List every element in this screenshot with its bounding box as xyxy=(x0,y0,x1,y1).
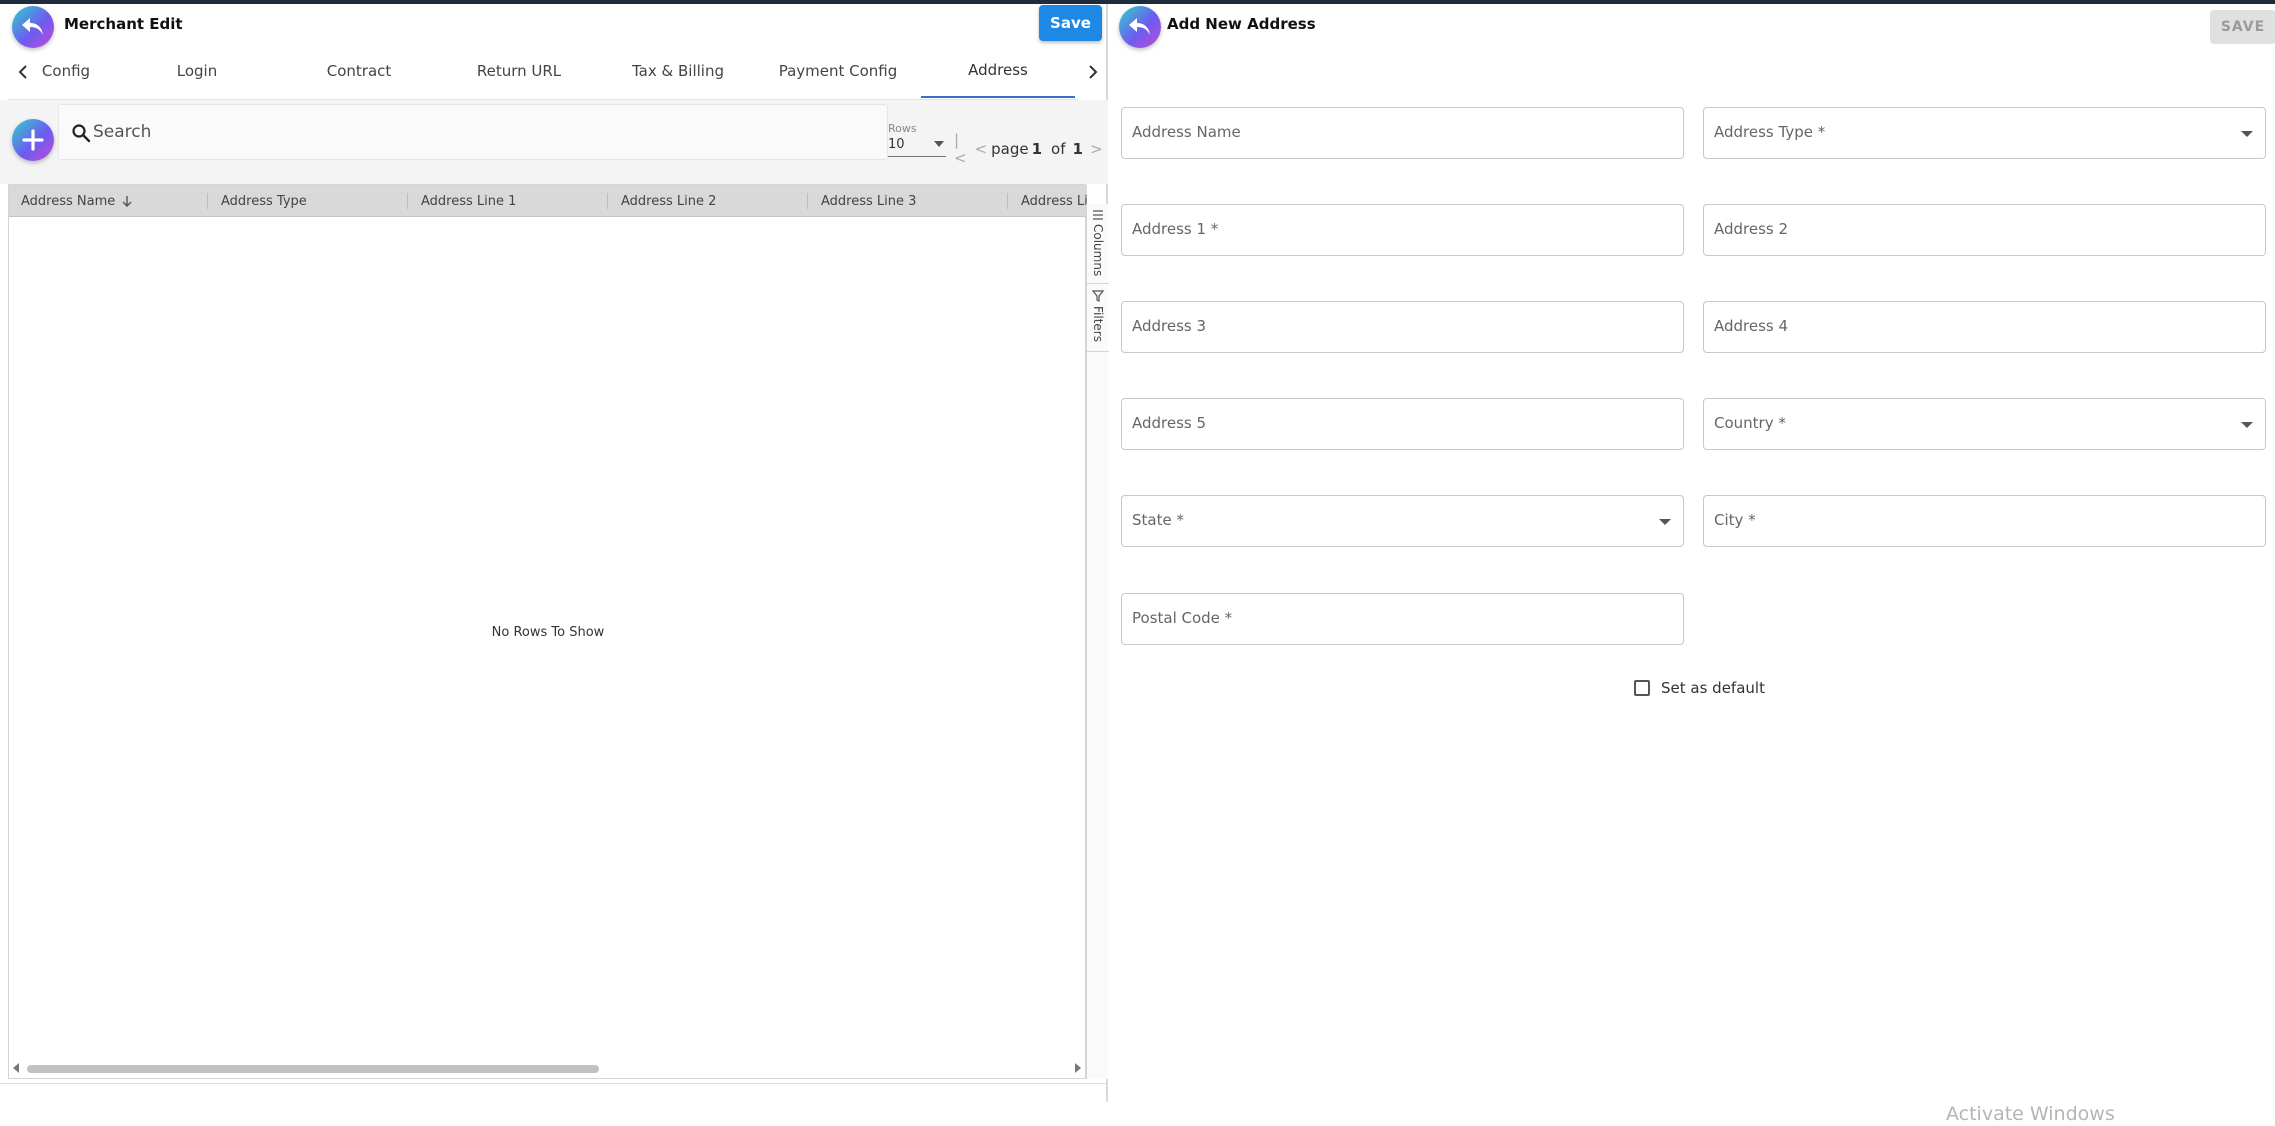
add-address-panel: Add New Address SAVE xyxy=(1110,4,2275,1126)
back-arrow-icon xyxy=(22,18,43,35)
save-address-button[interactable]: SAVE xyxy=(2210,10,2275,44)
caret-down-icon xyxy=(2241,422,2253,428)
set-as-default-checkbox[interactable]: Set as default xyxy=(1634,679,1765,697)
current-page: 1 xyxy=(1031,140,1043,158)
add-address-button[interactable] xyxy=(12,119,54,161)
horizontal-scrollbar[interactable] xyxy=(9,1060,1087,1078)
back-button[interactable] xyxy=(12,6,54,48)
of-label: of xyxy=(1051,140,1066,158)
search-input[interactable] xyxy=(93,115,853,149)
page-label: page xyxy=(991,140,1029,158)
page-title: Merchant Edit xyxy=(64,15,183,33)
previous-page-icon[interactable]: < xyxy=(975,140,988,158)
scrollbar-thumb[interactable] xyxy=(27,1065,599,1073)
tab-scroll-left-button[interactable] xyxy=(6,44,42,100)
column-separator xyxy=(807,193,808,209)
column-header-address-name[interactable]: Address Name xyxy=(21,185,133,216)
save-button[interactable]: Save xyxy=(1039,5,1102,41)
address-2-field[interactable]: Address 2 xyxy=(1703,204,2266,256)
filters-panel-tab[interactable]: Filters xyxy=(1087,284,1109,352)
search-box xyxy=(58,104,888,160)
column-separator xyxy=(407,193,408,209)
column-separator xyxy=(607,193,608,209)
address-type-select[interactable]: Address Type * xyxy=(1703,107,2266,159)
caret-down-icon xyxy=(1659,519,1671,525)
tab-bar: Config Login Contract Return URL Tax & B… xyxy=(0,44,1108,100)
caret-down-icon xyxy=(934,141,944,147)
grid-header: Address Name Address Type Address Line 1… xyxy=(9,185,1087,217)
address-grid: Address Name Address Type Address Line 1… xyxy=(8,184,1087,1079)
postal-code-field[interactable]: Postal Code * xyxy=(1121,593,1684,645)
pagination: |< < page 1 of 1 > >| xyxy=(950,131,1132,167)
checkbox-square[interactable] xyxy=(1634,680,1650,696)
scroll-right-icon[interactable] xyxy=(1075,1063,1081,1073)
activate-windows-watermark: Activate Windows xyxy=(1946,1103,2115,1125)
back-button[interactable] xyxy=(1119,6,1161,48)
next-page-icon[interactable]: > xyxy=(1090,140,1103,158)
address-1-field[interactable]: Address 1 * xyxy=(1121,204,1684,256)
column-header-address-line-4[interactable]: Address Line 4 xyxy=(1021,185,1087,216)
chevron-left-icon xyxy=(18,65,27,79)
address-name-field[interactable]: Address Name xyxy=(1121,107,1684,159)
tab-address[interactable]: Address xyxy=(921,44,1075,98)
panel-bottom-border xyxy=(0,1083,1108,1084)
first-page-icon[interactable]: |< xyxy=(954,131,967,167)
grid-toolbar: Rows 10 |< < page 1 of 1 > >| xyxy=(0,100,1128,184)
no-rows-message: No Rows To Show xyxy=(491,625,605,640)
rows-label: Rows xyxy=(888,122,917,135)
scroll-left-icon[interactable] xyxy=(13,1063,19,1073)
tab-payment-config[interactable]: Payment Config xyxy=(776,44,900,98)
plus-icon xyxy=(22,129,44,151)
tab-scroll-right-button[interactable] xyxy=(1074,44,1110,100)
form-title: Add New Address xyxy=(1167,15,1316,33)
tab-login[interactable]: Login xyxy=(152,44,242,98)
search-icon xyxy=(72,124,91,143)
rows-per-page-value: 10 xyxy=(888,137,905,152)
back-arrow-icon xyxy=(1129,18,1150,35)
sort-down-icon xyxy=(122,196,132,207)
column-separator xyxy=(207,193,208,209)
caret-down-icon xyxy=(2241,131,2253,137)
columns-icon xyxy=(1093,210,1103,220)
total-pages: 1 xyxy=(1072,140,1083,158)
tab-tax-billing[interactable]: Tax & Billing xyxy=(628,44,728,98)
tab-contract[interactable]: Contract xyxy=(312,44,406,98)
merchant-edit-panel: Merchant Edit Save Config Login Contract… xyxy=(0,4,1128,1102)
column-header-address-line-1[interactable]: Address Line 1 xyxy=(421,185,516,216)
state-select[interactable]: State * xyxy=(1121,495,1684,547)
tab-return-url[interactable]: Return URL xyxy=(470,44,568,98)
grid-side-bar: Columns Filters xyxy=(1086,204,1109,1079)
column-separator xyxy=(1007,193,1008,209)
city-field[interactable]: City * xyxy=(1703,495,2266,547)
tab-config[interactable]: Config xyxy=(38,44,94,98)
columns-panel-tab[interactable]: Columns xyxy=(1087,204,1109,284)
set-as-default-label: Set as default xyxy=(1661,679,1765,697)
filter-icon xyxy=(1092,290,1104,302)
address-4-field[interactable]: Address 4 xyxy=(1703,301,2266,353)
country-select[interactable]: Country * xyxy=(1703,398,2266,450)
chevron-right-icon xyxy=(1089,65,1098,79)
address-3-field[interactable]: Address 3 xyxy=(1121,301,1684,353)
column-header-address-line-2[interactable]: Address Line 2 xyxy=(621,185,716,216)
column-header-address-type[interactable]: Address Type xyxy=(221,185,307,216)
address-5-field[interactable]: Address 5 xyxy=(1121,398,1684,450)
column-header-address-line-3[interactable]: Address Line 3 xyxy=(821,185,916,216)
rows-per-page-select[interactable]: 10 xyxy=(888,137,946,157)
